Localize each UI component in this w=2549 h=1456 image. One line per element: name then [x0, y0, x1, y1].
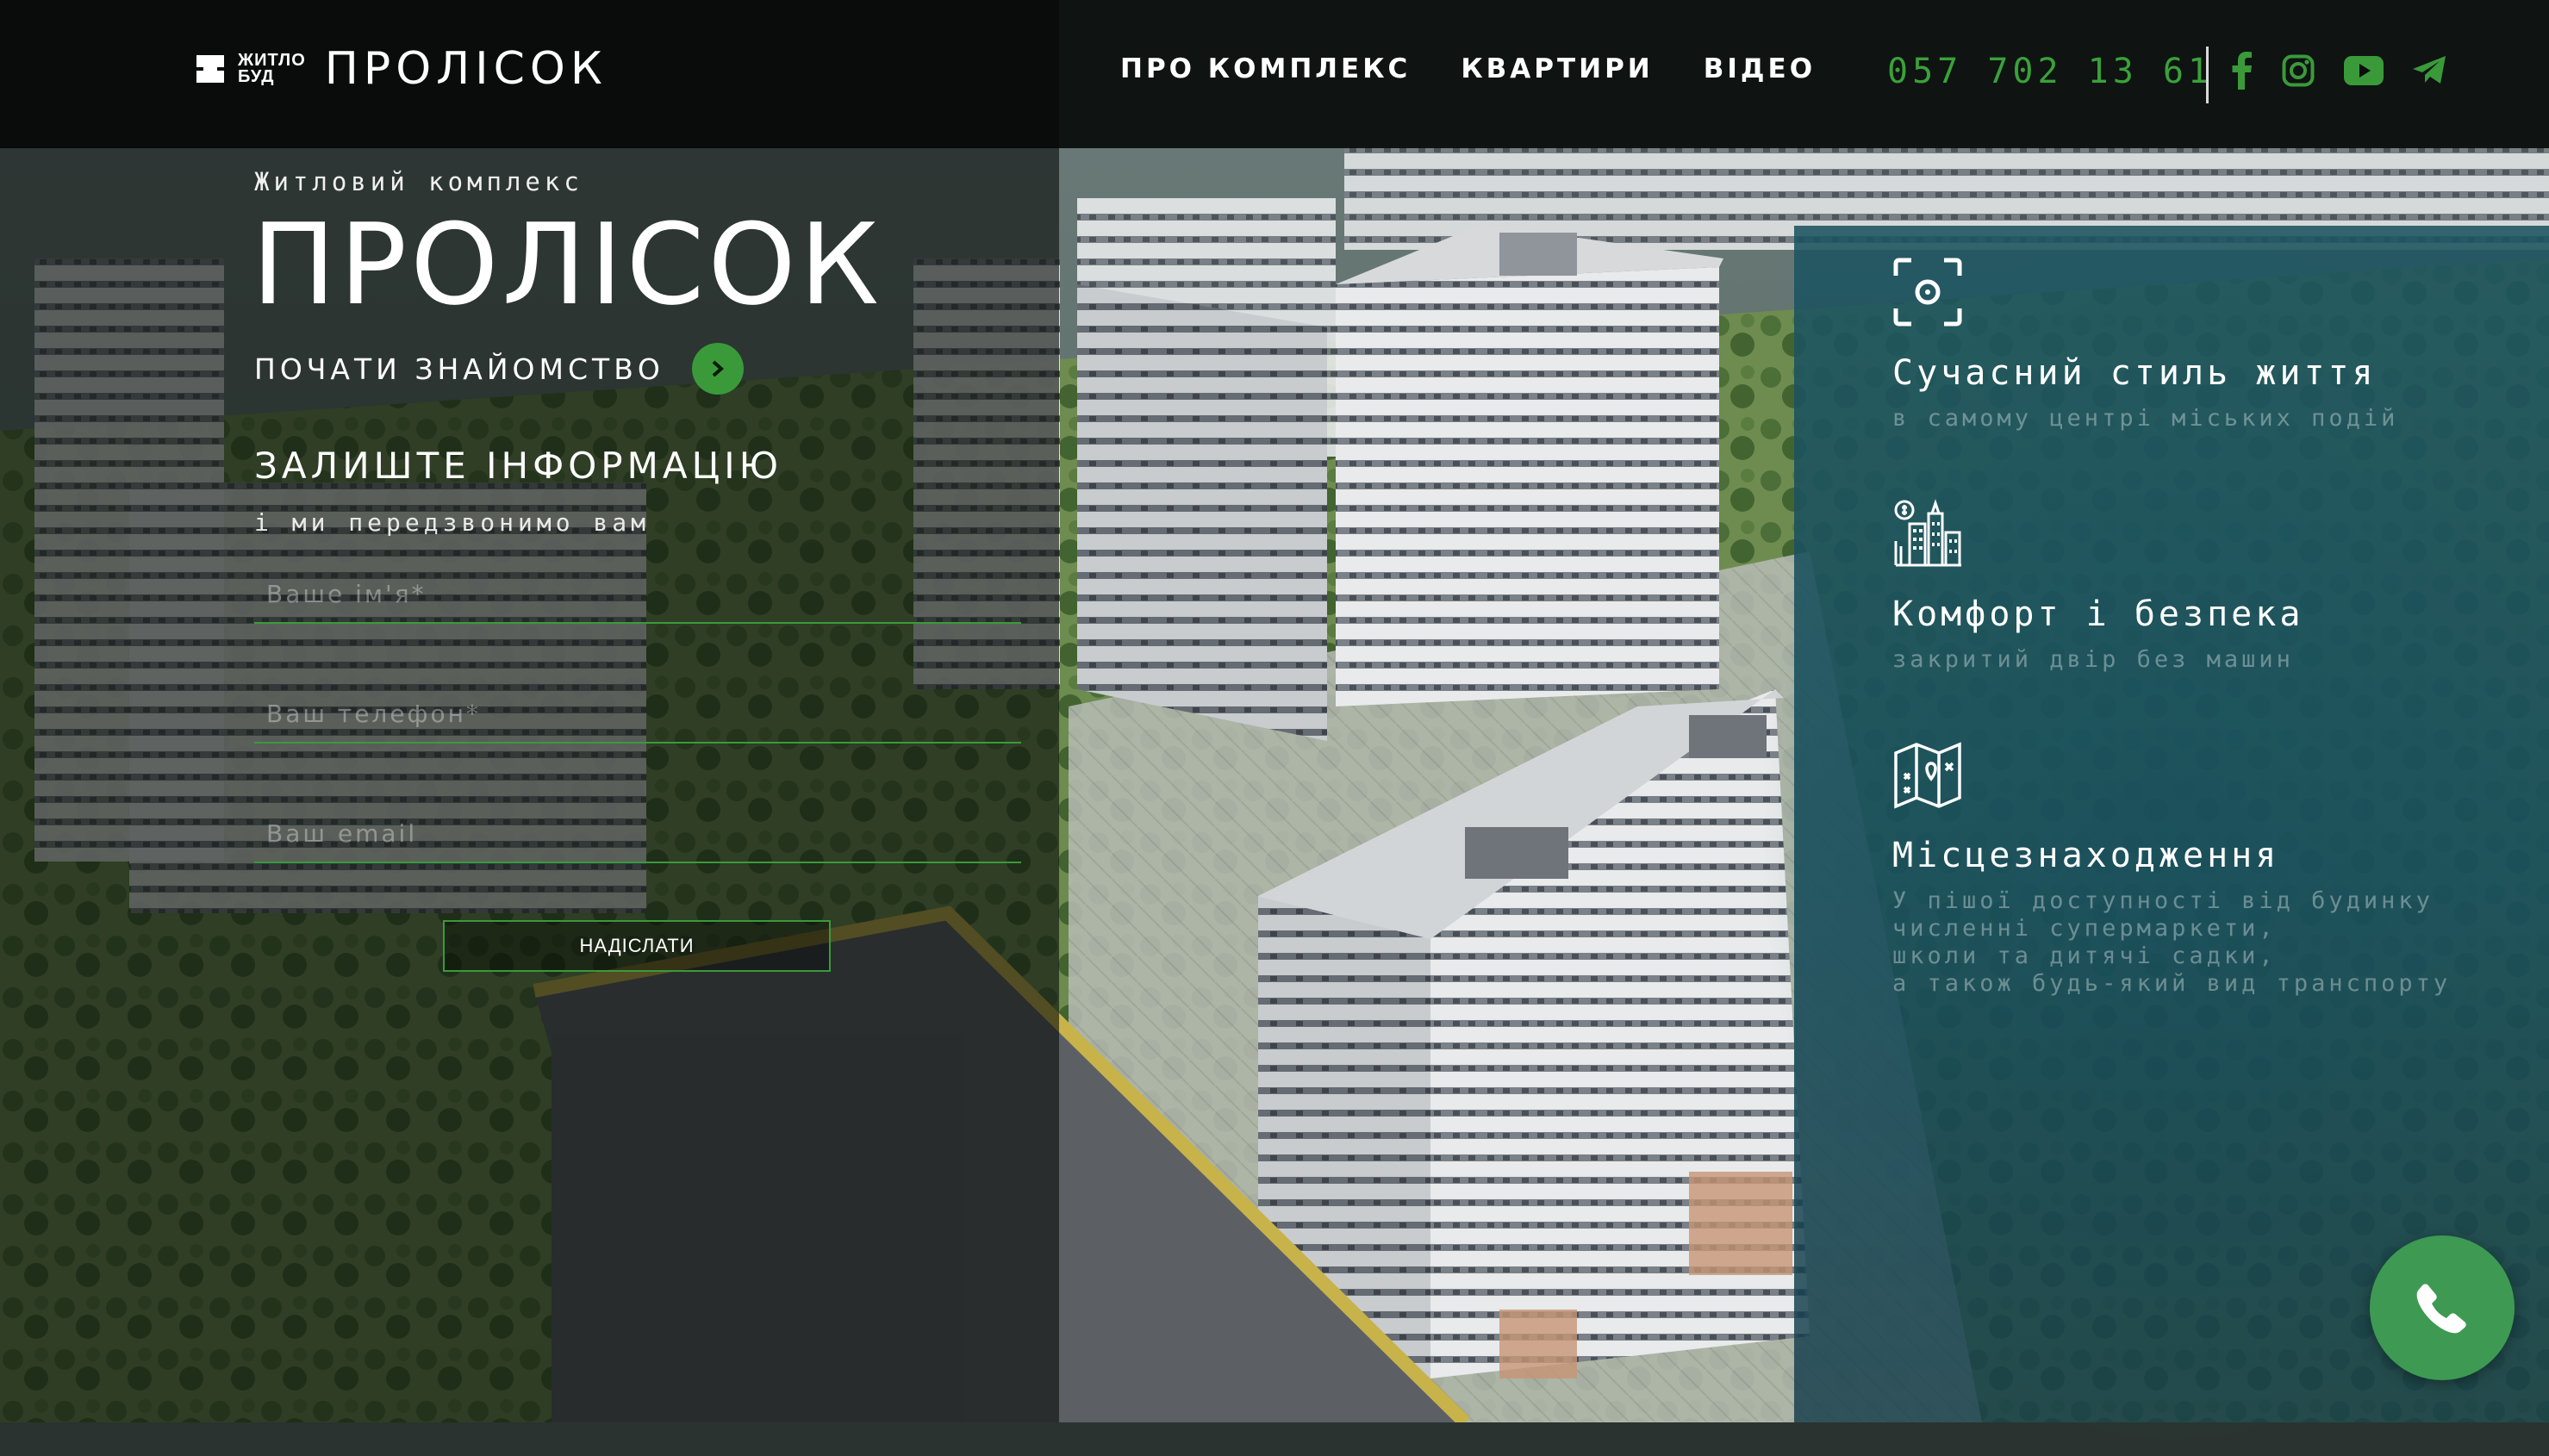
feature-comfort-safety: Комфорт і безпека закритий двір без маши… [1892, 498, 2303, 674]
feature-desc-line: школи та дитячі садки, [1892, 943, 2277, 969]
instagram-icon[interactable] [2282, 54, 2315, 87]
feature-title: Місцезнаходження [1892, 836, 2280, 875]
email-field [254, 805, 1021, 863]
nav-about[interactable]: ПРО КОМПЛЕКС [1120, 53, 1411, 84]
name-field [254, 565, 1021, 624]
feature-title: Комфорт і безпека [1892, 594, 2304, 634]
logo-mark-icon [196, 55, 224, 83]
start-tour-button[interactable] [691, 343, 744, 395]
form-title: ЗАЛИШТЕ ІНФОРМАЦІЮ [254, 445, 782, 487]
city-buildings-icon [1894, 499, 1961, 567]
feature-desc-line: У пішої доступності від будинку [1892, 887, 2434, 914]
main-nav: ПРО КОМПЛЕКС КВАРТИРИ ВІДЕО [1120, 53, 1816, 84]
feature-desc-line: в самому центрі міських подій [1892, 405, 2399, 432]
submit-button[interactable]: НАДІСЛАТИ [443, 920, 831, 972]
youtube-icon[interactable] [2344, 56, 2384, 85]
map-icon [1894, 742, 1961, 809]
telegram-icon[interactable] [2413, 56, 2447, 85]
focus-target-icon [1893, 258, 1962, 327]
logo-brand-line2: БУД [238, 67, 275, 86]
phone-icon [2416, 1284, 2466, 1334]
feature-desc: У пішої доступності від будинку численні… [1892, 887, 2451, 998]
feature-desc-line: а також будь-який вид транспорту [1892, 970, 2452, 997]
nav-apartments[interactable]: КВАРТИРИ [1461, 53, 1653, 84]
start-tour-link[interactable]: ПОЧАТИ ЗНАЙОМСТВО [254, 343, 744, 395]
form-subtitle: і ми передзвонимо вам [254, 508, 651, 537]
hero-subtitle: Житловий комплекс [254, 167, 583, 196]
facebook-icon[interactable] [2232, 52, 2253, 90]
call-button[interactable] [2370, 1235, 2515, 1380]
phone-number[interactable]: 057 702 13 61 [1887, 52, 2213, 91]
name-input[interactable] [254, 565, 1021, 622]
chevron-right-icon [712, 360, 724, 377]
hero-title: ПРОЛІСОК [252, 199, 882, 330]
feature-desc: закритий двір без машин [1892, 646, 2303, 674]
feature-desc-line: численні супермаркети, [1892, 915, 2277, 942]
feature-desc: в самому центрі міських подій [1892, 405, 2398, 432]
logo-brand: ЖИТЛО БУД [238, 52, 306, 86]
feature-location: Місцезнаходження У пішої доступності від… [1892, 739, 2451, 998]
feature-modern-lifestyle: Сучасний стиль життя в самому центрі міс… [1892, 257, 2398, 432]
nav-video[interactable]: ВІДЕО [1704, 53, 1816, 84]
start-tour-label: ПОЧАТИ ЗНАЙОМСТВО [254, 352, 664, 386]
social-links [2232, 52, 2447, 90]
email-input[interactable] [254, 805, 1021, 862]
phone-field [254, 685, 1021, 744]
header-divider [2206, 47, 2209, 103]
phone-input[interactable] [254, 685, 1021, 742]
logo-title: ПРОЛІСОК [324, 43, 608, 95]
feature-desc-line: закритий двір без машин [1892, 646, 2294, 673]
logo[interactable]: ЖИТЛО БУД ПРОЛІСОК [193, 43, 608, 95]
feature-title: Сучасний стиль життя [1892, 353, 2377, 393]
